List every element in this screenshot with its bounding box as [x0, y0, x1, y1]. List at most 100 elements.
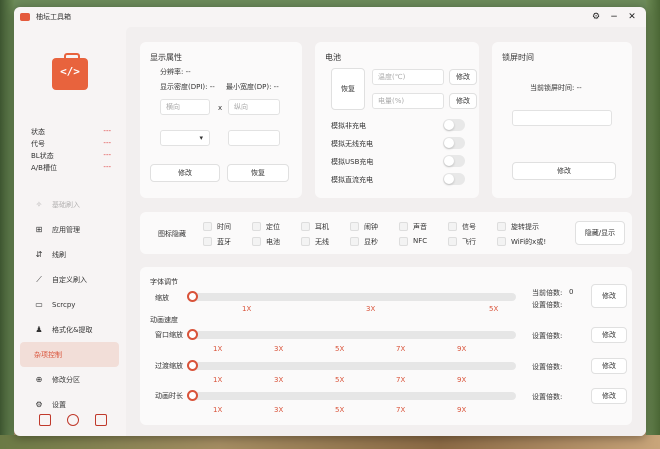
- display-modify-button[interactable]: 修改: [150, 164, 220, 182]
- nav-custom-flash[interactable]: ⟋ 自定义刷入: [20, 267, 119, 292]
- checkbox[interactable]: [350, 222, 359, 231]
- anim-slider-thumb[interactable]: [187, 390, 198, 401]
- anim-modify-button[interactable]: 修改: [591, 327, 627, 343]
- checkbox[interactable]: [350, 237, 359, 246]
- lock-modify-button[interactable]: 修改: [512, 162, 616, 180]
- anim-slider[interactable]: [188, 362, 516, 370]
- checkbox-label: 时间: [217, 223, 231, 231]
- nav-misc-control[interactable]: 杂项控制: [20, 342, 119, 367]
- lock-card: 锁屏时间 当前锁屏时间: -- 修改: [492, 42, 632, 198]
- anim-slider-thumb[interactable]: [187, 360, 198, 371]
- close-button[interactable]: ✕: [624, 9, 640, 25]
- minimize-button[interactable]: −: [606, 9, 622, 25]
- nav-basic-flash[interactable]: ✧ 基础刷入: [20, 192, 119, 217]
- checkbox[interactable]: [252, 237, 261, 246]
- checkbox[interactable]: [301, 237, 310, 246]
- tick-label: 9X: [457, 406, 467, 414]
- nav-partition[interactable]: ⊕ 修改分区: [20, 367, 119, 392]
- background-right: [646, 0, 660, 449]
- person-icon: ♟: [35, 325, 43, 334]
- terminal-icon[interactable]: [39, 414, 51, 426]
- tick-label: 3X: [274, 406, 284, 414]
- anim-slider-thumb[interactable]: [187, 329, 198, 340]
- title-bar: 柚坛工具箱 ⚙ − ✕: [14, 7, 646, 27]
- dpi-label: 显示密度(DPI): --: [160, 83, 215, 91]
- nav-scrcpy[interactable]: ▭ Scrcpy: [20, 292, 119, 317]
- tick-label: 1X: [213, 345, 223, 353]
- settings-gear-icon[interactable]: ⚙: [588, 9, 604, 25]
- status-row: A/B槽位 ---: [31, 163, 111, 172]
- battery-opt-label: 模拟非充电: [331, 122, 366, 130]
- dpi-select[interactable]: ▾: [160, 130, 210, 146]
- flash-icon: ✧: [35, 200, 43, 209]
- dpi-input[interactable]: [228, 130, 280, 146]
- checkbox[interactable]: [497, 237, 506, 246]
- checkbox-label: 蓝牙: [217, 238, 231, 246]
- tick-label: 1X: [213, 376, 223, 384]
- checkbox[interactable]: [448, 222, 457, 231]
- display-restore-button[interactable]: 恢复: [227, 164, 289, 182]
- temperature-modify-button[interactable]: 修改: [449, 69, 477, 85]
- checkbox-label: 显秒: [364, 238, 378, 246]
- checkbox[interactable]: [448, 237, 457, 246]
- checkbox-label: 定位: [266, 223, 280, 231]
- scale-label: 缩放: [155, 294, 169, 302]
- font-scale-thumb[interactable]: [187, 291, 198, 302]
- level-input[interactable]: 电量(%): [372, 93, 444, 109]
- tick-label: 7X: [396, 376, 406, 384]
- anim-slider[interactable]: [188, 392, 516, 400]
- battery-opt-toggle[interactable]: [443, 119, 465, 131]
- set-scale-label: 设置倍数:: [532, 301, 563, 309]
- globe-icon: ⊕: [35, 375, 43, 384]
- resolution-label: 分辨率: --: [160, 68, 191, 76]
- tick-label: 1X: [242, 305, 252, 313]
- wand-icon: ⟋: [36, 274, 42, 284]
- checkbox[interactable]: [203, 237, 212, 246]
- tick-label: 5X: [489, 305, 499, 313]
- tick-label: 5X: [335, 406, 345, 414]
- checkbox-label: 飞行: [462, 238, 476, 246]
- battery-opt-toggle[interactable]: [443, 173, 465, 185]
- font-scale-slider[interactable]: [188, 293, 516, 301]
- anim-row-label: 过渡缩放: [155, 362, 183, 370]
- battery-opt-toggle[interactable]: [443, 155, 465, 167]
- font-modify-button[interactable]: 修改: [591, 284, 627, 308]
- battery-restore-button[interactable]: 恢复: [331, 68, 365, 110]
- anim-modify-button[interactable]: 修改: [591, 388, 627, 404]
- level-modify-button[interactable]: 修改: [449, 93, 477, 109]
- checkbox-label: NFC: [413, 237, 428, 245]
- nav-app-manage[interactable]: ⊞ 应用管理: [20, 217, 119, 242]
- tick-label: 3X: [366, 305, 376, 313]
- background-bottom: [0, 435, 660, 449]
- app-window: 柚坛工具箱 ⚙ − ✕ </> 状态 --- 代号 --- BL状态 --- A/B槽…: [14, 7, 646, 436]
- checkbox[interactable]: [399, 222, 408, 231]
- anim-slider[interactable]: [188, 331, 516, 339]
- checkbox[interactable]: [497, 222, 506, 231]
- github-icon[interactable]: [67, 414, 79, 426]
- checkbox-label: 信号: [462, 223, 476, 231]
- display-title: 显示属性: [150, 53, 182, 62]
- temperature-input[interactable]: 温度(℃): [372, 69, 444, 85]
- footer-icons: [39, 414, 107, 426]
- width-input[interactable]: 横向: [160, 99, 210, 115]
- checkbox[interactable]: [203, 222, 212, 231]
- nav-line-flash[interactable]: ⇵ 线刷: [20, 242, 119, 267]
- times-label: x: [218, 104, 223, 112]
- battery-opt-toggle[interactable]: [443, 137, 465, 149]
- lock-time-input[interactable]: [512, 110, 612, 126]
- current-scale-value: 0: [569, 288, 574, 296]
- checkbox-label: 耳机: [315, 223, 329, 231]
- checkbox-label: WiFi的x或!: [511, 238, 547, 246]
- checkbox[interactable]: [399, 237, 408, 246]
- chat-icon[interactable]: [95, 414, 107, 426]
- nav-format-extract[interactable]: ♟ 格式化&提取: [20, 317, 119, 342]
- tick-label: 3X: [274, 345, 284, 353]
- status-row: 代号 ---: [31, 139, 111, 148]
- anim-row-label: 动画时长: [155, 392, 183, 400]
- checkbox[interactable]: [301, 222, 310, 231]
- hide-show-button[interactable]: 隐藏/显示: [575, 221, 625, 245]
- anim-modify-button[interactable]: 修改: [591, 358, 627, 374]
- checkbox[interactable]: [252, 222, 261, 231]
- tick-label: 9X: [457, 345, 467, 353]
- height-input[interactable]: 纵向: [228, 99, 280, 115]
